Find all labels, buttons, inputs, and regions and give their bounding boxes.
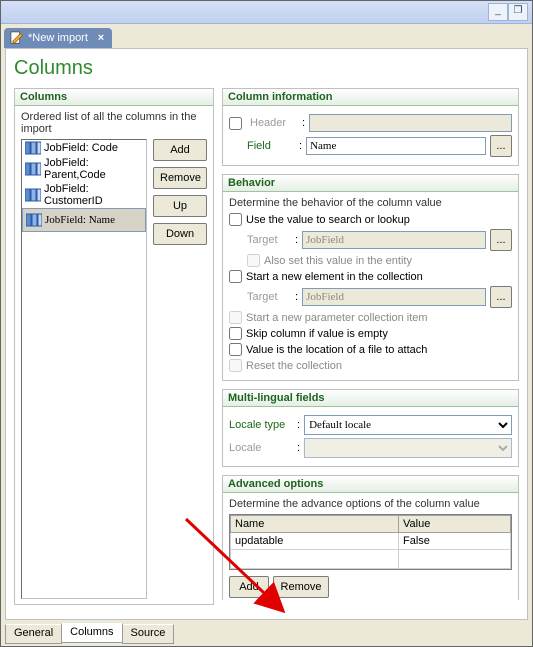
document-tab-label: *New import bbox=[28, 32, 88, 44]
header-input bbox=[309, 114, 512, 132]
list-item-label: JobField: Name bbox=[45, 214, 115, 226]
down-button[interactable]: Down bbox=[153, 223, 207, 245]
columns-panel-title: Columns bbox=[15, 89, 213, 106]
advanced-table[interactable]: Name Value updatableFalse bbox=[230, 515, 511, 569]
column-icon bbox=[25, 141, 41, 155]
file-loc-label: Value is the location of a file to attac… bbox=[246, 344, 427, 356]
edit-icon bbox=[10, 31, 24, 45]
list-item-label: JobField: CustomerID bbox=[44, 183, 143, 207]
start-elem-label: Start a new element in the collection bbox=[246, 271, 423, 283]
search-target-label: Target bbox=[247, 234, 291, 246]
skip-empty-label: Skip column if value is empty bbox=[246, 328, 388, 340]
search-label: Use the value to search or lookup bbox=[246, 214, 410, 226]
colon: : bbox=[297, 419, 300, 431]
advanced-th-value: Value bbox=[399, 516, 511, 533]
list-item[interactable]: JobField: Code bbox=[22, 140, 146, 156]
tab-source[interactable]: Source bbox=[122, 624, 175, 644]
document-tab-new-import[interactable]: *New import × bbox=[4, 28, 112, 48]
locale-select bbox=[304, 438, 512, 458]
start-elem-checkbox[interactable] bbox=[229, 270, 242, 283]
table-row[interactable]: updatableFalse bbox=[231, 533, 511, 550]
colon: : bbox=[297, 442, 300, 454]
columns-panel: Columns Ordered list of all the columns … bbox=[14, 88, 214, 605]
header-label: Header bbox=[250, 117, 298, 129]
file-loc-checkbox[interactable] bbox=[229, 343, 242, 356]
locale-type-label: Locale type bbox=[229, 419, 293, 431]
table-row[interactable] bbox=[231, 550, 511, 569]
bottom-tabstrip: General Columns Source bbox=[5, 624, 173, 644]
multilingual-panel: Multi-lingual fields Locale type : Defau… bbox=[222, 389, 519, 467]
colon: : bbox=[302, 117, 305, 129]
up-button[interactable]: Up bbox=[153, 195, 207, 217]
column-icon bbox=[25, 188, 41, 202]
advanced-desc: Determine the advance options of the col… bbox=[229, 498, 512, 510]
start-param-checkbox bbox=[229, 311, 242, 324]
list-item[interactable]: JobField: CustomerID bbox=[22, 182, 146, 208]
window-titlebar: _ ❐ bbox=[1, 1, 532, 24]
list-item-label: JobField: Parent,Code bbox=[44, 157, 143, 181]
advanced-th-name: Name bbox=[231, 516, 399, 533]
list-item-label: JobField: Code bbox=[44, 142, 118, 154]
header-checkbox[interactable] bbox=[229, 117, 242, 130]
start-elem-target-label: Target bbox=[247, 291, 291, 303]
page-title: Columns bbox=[14, 57, 519, 80]
close-icon[interactable]: × bbox=[94, 31, 108, 45]
tab-general[interactable]: General bbox=[5, 624, 62, 644]
column-icon bbox=[26, 213, 42, 227]
app-window: _ ❐ *New import × Columns Columns Ordere… bbox=[0, 0, 533, 647]
multilingual-title: Multi-lingual fields bbox=[223, 390, 518, 407]
field-input[interactable] bbox=[306, 137, 486, 155]
cell-value: False bbox=[399, 533, 511, 550]
advanced-remove-button[interactable]: Remove bbox=[273, 576, 329, 598]
list-item[interactable]: JobField: Parent,Code bbox=[22, 156, 146, 182]
columns-panel-desc: Ordered list of all the columns in the i… bbox=[21, 111, 207, 135]
column-info-title: Column information bbox=[223, 89, 518, 106]
field-label: Field bbox=[247, 140, 295, 152]
window-maximize-button[interactable]: ❐ bbox=[508, 3, 528, 21]
start-elem-target-input bbox=[302, 288, 486, 306]
list-item[interactable]: JobField: Name bbox=[22, 208, 146, 232]
document-tabstrip: *New import × bbox=[1, 24, 532, 48]
field-browse-button[interactable]: ... bbox=[490, 135, 512, 157]
add-button[interactable]: Add bbox=[153, 139, 207, 161]
colon: : bbox=[295, 291, 298, 303]
colon: : bbox=[295, 234, 298, 246]
advanced-panel: Advanced options Determine the advance o… bbox=[222, 475, 519, 600]
also-set-label: Also set this value in the entity bbox=[264, 255, 412, 267]
advanced-title: Advanced options bbox=[223, 476, 518, 493]
colon: : bbox=[299, 140, 302, 152]
page-body: Columns Columns Ordered list of all the … bbox=[5, 48, 528, 620]
cell-name: updatable bbox=[231, 533, 399, 550]
locale-label: Locale bbox=[229, 442, 293, 454]
window-minimize-button[interactable]: _ bbox=[488, 3, 508, 21]
columns-list[interactable]: JobField: CodeJobField: Parent,CodeJobFi… bbox=[21, 139, 147, 599]
remove-button[interactable]: Remove bbox=[153, 167, 207, 189]
behavior-panel: Behavior Determine the behavior of the c… bbox=[222, 174, 519, 381]
tab-columns[interactable]: Columns bbox=[61, 623, 122, 643]
column-icon bbox=[25, 162, 41, 176]
search-checkbox[interactable] bbox=[229, 213, 242, 226]
column-info-panel: Column information Header : Field : bbox=[222, 88, 519, 166]
start-param-label: Start a new parameter collection item bbox=[246, 312, 428, 324]
search-target-input bbox=[302, 231, 486, 249]
behavior-title: Behavior bbox=[223, 175, 518, 192]
reset-checkbox bbox=[229, 359, 242, 372]
also-set-checkbox bbox=[247, 254, 260, 267]
search-target-browse-button[interactable]: ... bbox=[490, 229, 512, 251]
behavior-desc: Determine the behavior of the column val… bbox=[229, 197, 512, 209]
reset-label: Reset the collection bbox=[246, 360, 342, 372]
locale-type-select[interactable]: Default locale bbox=[304, 415, 512, 435]
skip-empty-checkbox[interactable] bbox=[229, 327, 242, 340]
advanced-add-button[interactable]: Add bbox=[229, 576, 269, 598]
start-elem-target-browse-button[interactable]: ... bbox=[490, 286, 512, 308]
